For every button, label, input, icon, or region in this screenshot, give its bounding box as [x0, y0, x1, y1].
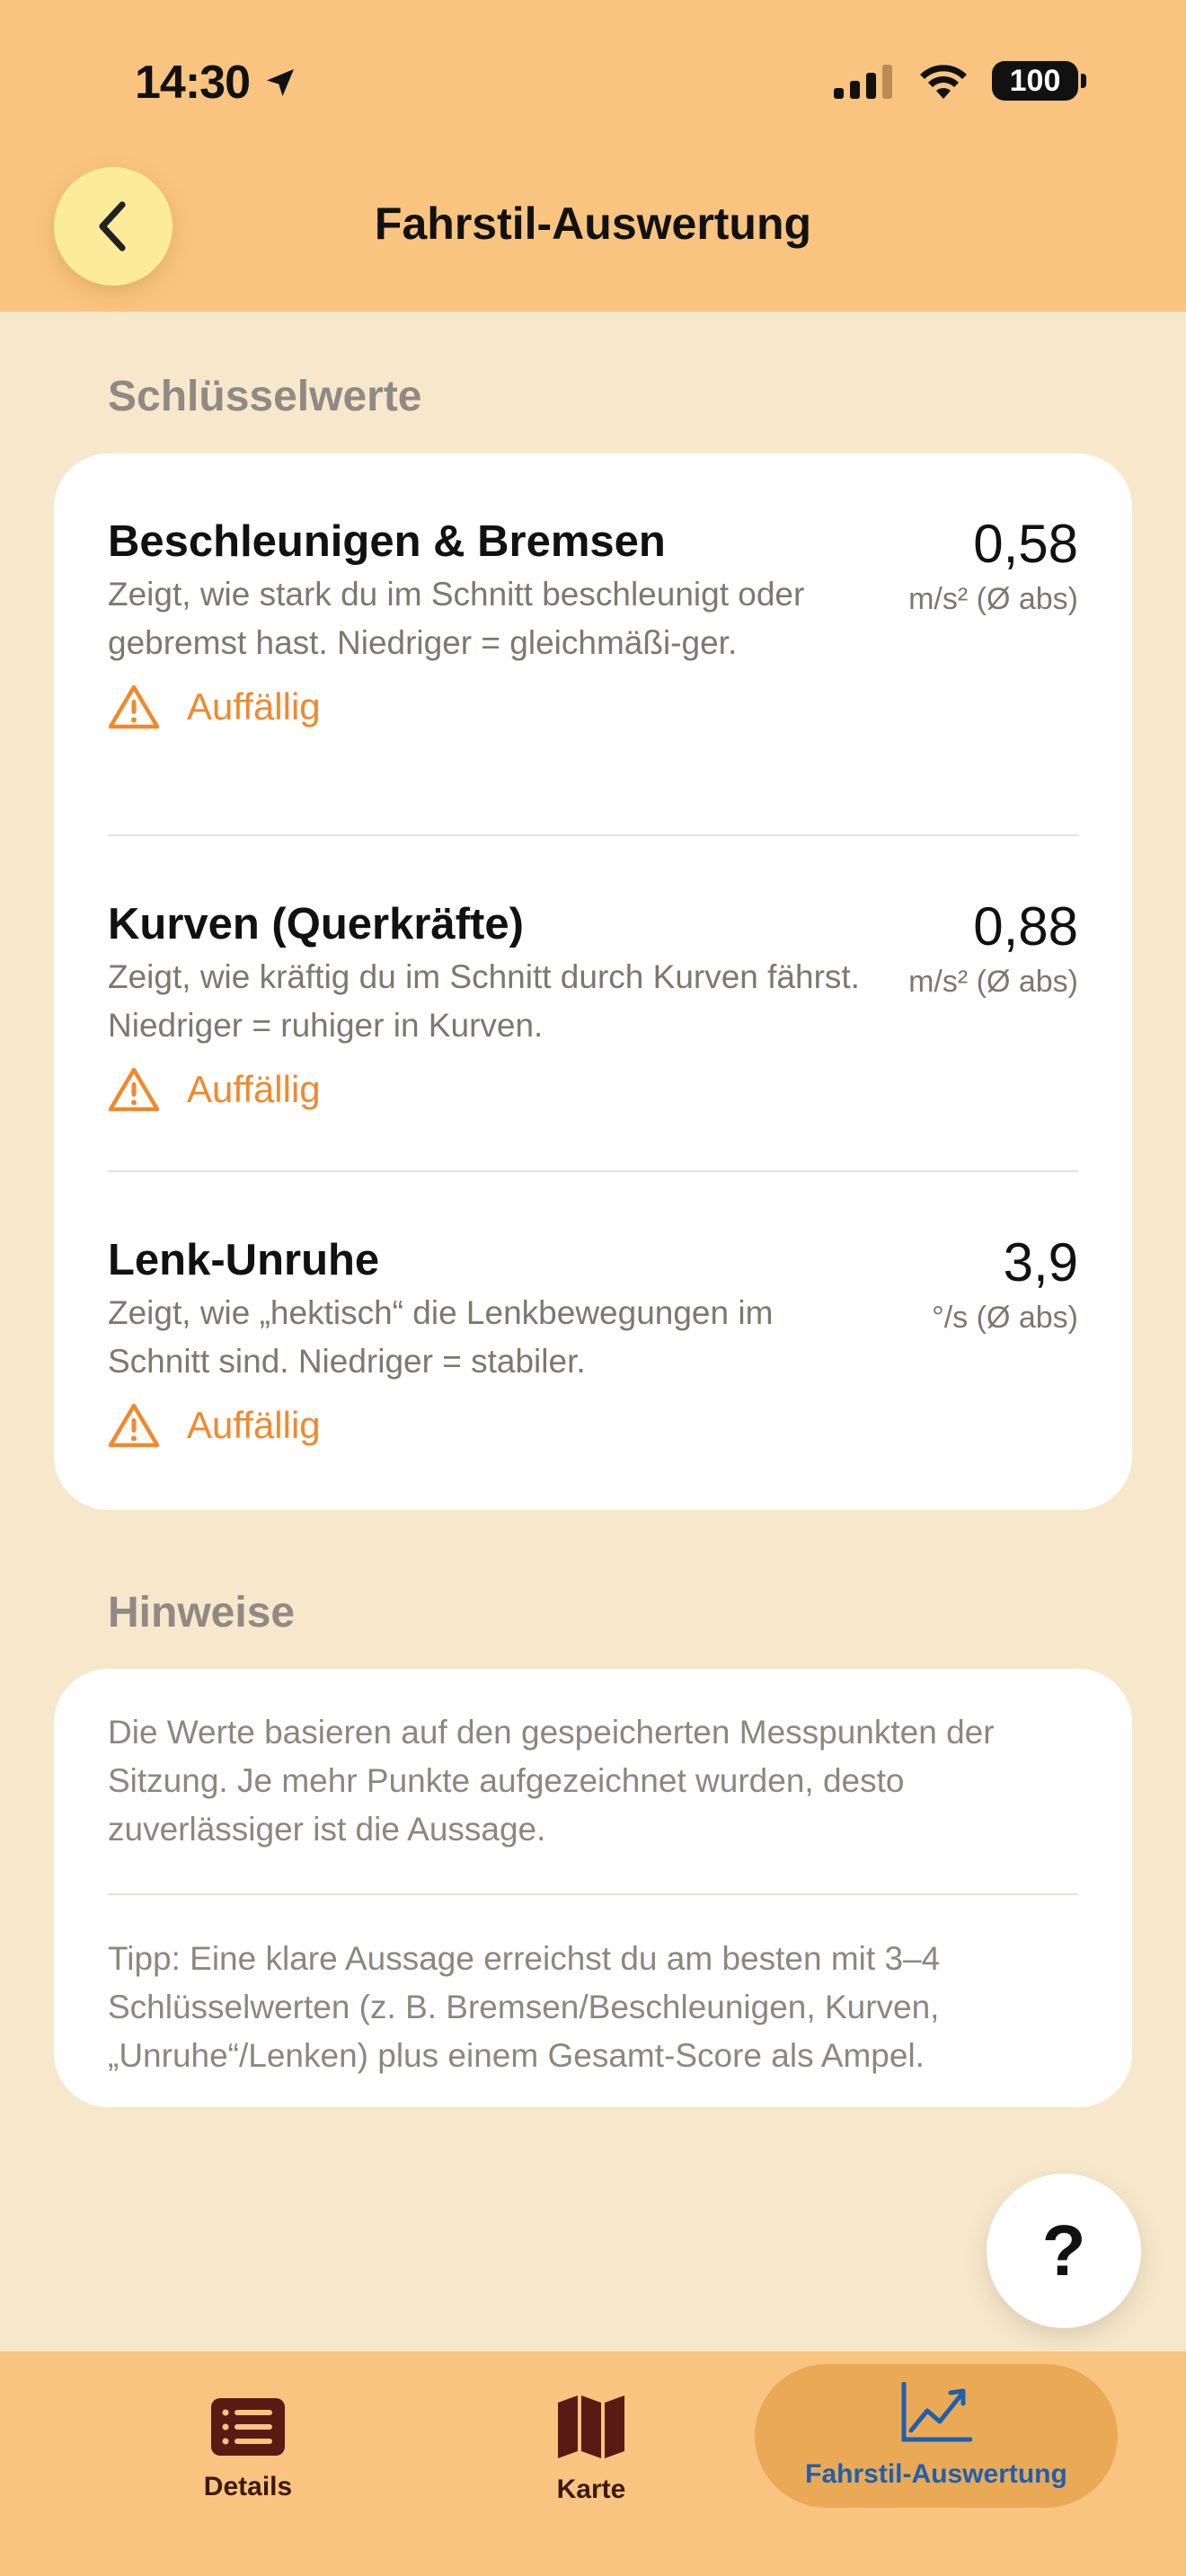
battery-level: 100	[1009, 63, 1061, 98]
status-time: 14:30	[135, 56, 298, 110]
key-values-card: Beschleunigen & Bremsen Zeigt, wie stark…	[54, 454, 1132, 1510]
metric-status: Auffällig	[108, 1402, 1078, 1449]
tab-details[interactable]: Details	[158, 2351, 338, 2549]
metric-title: Beschleunigen & Bremsen	[108, 517, 666, 566]
status-label: Auffällig	[187, 1404, 321, 1446]
metric-value: 0,58	[973, 514, 1078, 574]
tab-label: Karte	[556, 2475, 626, 2504]
help-button[interactable]: ?	[987, 2174, 1141, 2328]
status-indicators: 100	[834, 61, 1086, 101]
metric-title: Kurven (Querkräfte)	[108, 900, 524, 948]
wifi-icon	[920, 65, 967, 99]
metric-value: 0,88	[973, 896, 1078, 957]
metric-unit: m/s² (Ø abs)	[908, 965, 1078, 999]
chart-icon	[901, 2382, 972, 2442]
metric-status: Auffällig	[108, 684, 1078, 730]
map-icon	[558, 2395, 624, 2458]
status-label: Auffällig	[187, 1068, 321, 1110]
warning-triangle-icon	[108, 1403, 160, 1448]
page-title: Fahrstil-Auswertung	[374, 198, 812, 249]
metric-value: 3,9	[1003, 1232, 1078, 1292]
status-label: Auffällig	[187, 685, 321, 728]
metric-unit: m/s² (Ø abs)	[908, 582, 1078, 616]
section-heading-key-values: Schlüsselwerte	[108, 373, 422, 420]
cellular-signal-icon	[834, 65, 892, 99]
metric-steering: Lenk-Unruhe Zeigt, wie „hektisch“ die Le…	[108, 1172, 1078, 1508]
top-bar: 14:30 100 Fahrstil-Auswertung	[0, 0, 1186, 312]
metric-acceleration: Beschleunigen & Bremsen Zeigt, wie stark…	[108, 454, 1078, 836]
tab-label: Fahrstil-Auswertung	[805, 2459, 1067, 2489]
metric-status: Auffällig	[108, 1066, 1078, 1113]
tab-fahrstil-auswertung[interactable]: Fahrstil-Auswertung	[755, 2364, 1118, 2508]
list-icon	[211, 2398, 285, 2456]
metric-cornering: Kurven (Querkräfte) Zeigt, wie kräftig d…	[108, 836, 1078, 1172]
section-heading-notes: Hinweise	[108, 1589, 296, 1636]
metric-description: Zeigt, wie kräftig du im Schnitt durch K…	[108, 958, 860, 1044]
metric-description: Zeigt, wie „hektisch“ die Lenkbewegungen…	[108, 1294, 774, 1380]
tab-karte[interactable]: Karte	[501, 2351, 681, 2549]
notes-card: Die Werte basieren auf den gespeicherten…	[54, 1669, 1132, 2107]
warning-triangle-icon	[108, 1067, 160, 1112]
note-text: Die Werte basieren auf den gespeicherten…	[108, 1714, 995, 1848]
metric-title: Lenk-Unruhe	[108, 1236, 380, 1284]
metric-unit: °/s (Ø abs)	[932, 1301, 1078, 1335]
metric-description: Zeigt, wie stark du im Schnitt beschleun…	[108, 576, 805, 661]
warning-triangle-icon	[108, 684, 160, 729]
help-button-label: ?	[1041, 2210, 1086, 2290]
tab-label: Details	[203, 2472, 293, 2501]
tab-bar: Details Karte Fahrstil-Auswertung	[0, 2351, 1186, 2576]
note-text: Tipp: Eine klare Aussage erreichst du am…	[108, 1940, 941, 2074]
battery-icon: 100	[992, 61, 1086, 101]
status-time-text: 14:30	[135, 57, 251, 109]
location-arrow-icon	[267, 69, 294, 96]
